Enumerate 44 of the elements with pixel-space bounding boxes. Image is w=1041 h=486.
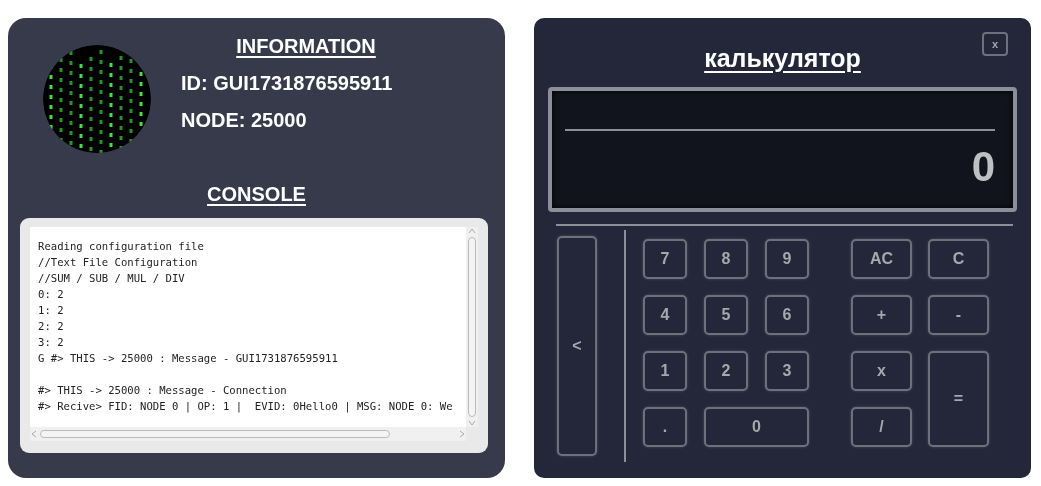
key-button[interactable]: /: [851, 407, 912, 447]
console-line: 0: 2: [38, 287, 64, 302]
chevron-left-icon[interactable]: [30, 430, 38, 438]
key-button[interactable]: 4: [643, 295, 687, 335]
key-button[interactable]: x: [851, 351, 912, 391]
key-button[interactable]: =: [928, 351, 989, 447]
id-label: ID: GUI1731876595911: [181, 72, 393, 95]
key-button[interactable]: 3: [765, 351, 809, 391]
key-button[interactable]: 8: [704, 239, 748, 279]
key-button[interactable]: C: [928, 239, 989, 279]
close-button[interactable]: x: [982, 32, 1008, 56]
key-button[interactable]: 1: [643, 351, 687, 391]
key-button[interactable]: 0: [704, 407, 809, 447]
key-button[interactable]: 6: [765, 295, 809, 335]
section-heading: CONSOLE: [207, 183, 306, 206]
console-line: G #> THIS -> 25000 : Message - GUI1731876595911: [38, 351, 338, 366]
console-line: 2: 2: [38, 319, 64, 334]
scrollbar-thumb[interactable]: [468, 237, 476, 417]
calculator-title: калькулятор: [704, 44, 861, 73]
console-line: 1: 2: [38, 303, 64, 318]
key-button[interactable]: 2: [704, 351, 748, 391]
console-line: //SUM / SUB / MUL / DIV: [38, 271, 185, 286]
key-button[interactable]: AC: [851, 239, 912, 279]
key-button[interactable]: 9: [765, 239, 809, 279]
key-button[interactable]: 7: [643, 239, 687, 279]
backspace-button[interactable]: <: [557, 236, 597, 456]
chevron-up-icon[interactable]: [468, 227, 476, 235]
console-line: #> Recive> FID: NODE 0 | OP: 1 | EVID: 0Hello0 | MSG: NODE 0: We: [38, 399, 453, 414]
console-line: Reading configuration file: [38, 239, 204, 254]
chevron-down-icon[interactable]: [468, 419, 476, 427]
console-line: #> THIS -> 25000 : Message - Connection: [38, 383, 287, 398]
key-button[interactable]: .: [643, 407, 687, 447]
scrollbar-thumb[interactable]: [40, 430, 390, 438]
key-button[interactable]: +: [851, 295, 912, 335]
display-value: 0: [971, 143, 995, 191]
console-line: 3: 2: [38, 335, 64, 350]
console-line: //Text File Configuration: [38, 255, 198, 270]
key-button[interactable]: 5: [704, 295, 748, 335]
section-heading: INFORMATION: [236, 35, 376, 58]
chevron-right-icon[interactable]: [458, 430, 466, 438]
key-button[interactable]: -: [928, 295, 989, 335]
vertical-scrollbar[interactable]: [466, 227, 478, 427]
node-label: NODE: 25000: [181, 109, 307, 132]
horizontal-scrollbar[interactable]: [30, 427, 466, 441]
